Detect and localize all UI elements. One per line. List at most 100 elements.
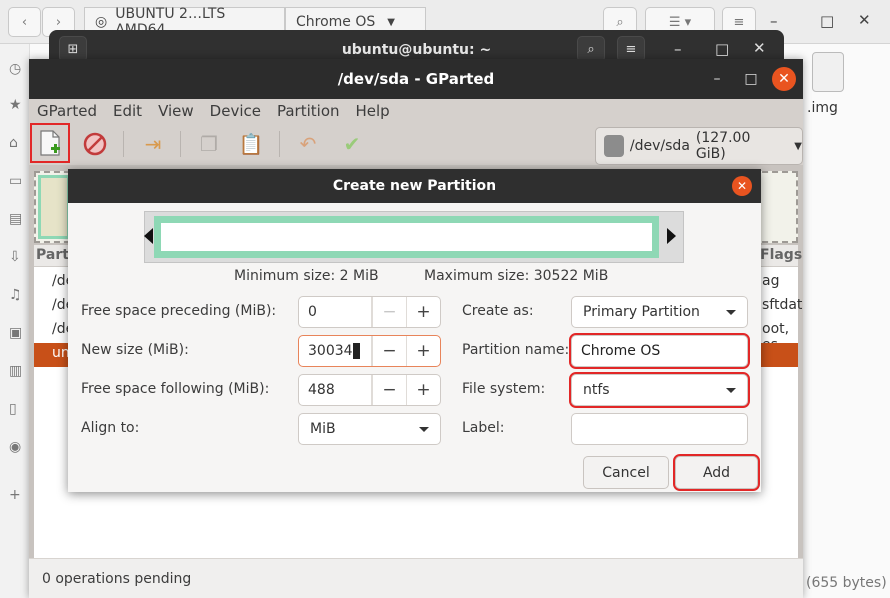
free-preceding-label: Free space preceding (MiB): [81, 303, 277, 319]
label-label: Label: [462, 420, 505, 436]
dialog-close-button[interactable]: ✕ [732, 176, 752, 196]
free-preceding-spinner[interactable]: 0 − + [298, 296, 441, 328]
row-flags: sftdat [762, 297, 803, 313]
dialog-title: Create new Partition [68, 169, 761, 203]
menu-gparted[interactable]: GParted [37, 102, 97, 120]
desktop-icon[interactable]: ▭ [9, 174, 23, 188]
video-icon[interactable]: ▥ [9, 364, 23, 378]
align-to-label: Align to: [81, 420, 140, 436]
chevron-down-icon: ▼ [387, 16, 395, 28]
cancel-button[interactable]: Cancel [583, 456, 669, 489]
path-current-label: Chrome OS [296, 14, 376, 30]
disk-icon [604, 135, 624, 157]
download-icon[interactable]: ⇩ [9, 250, 23, 264]
free-following-label: Free space following (MiB): [81, 381, 270, 397]
file-thumbnail[interactable] [812, 52, 844, 92]
max-size-text: Maximum size: 30522 MiB [424, 268, 609, 284]
new-size-field[interactable]: 30034 [299, 336, 372, 366]
resize-move-button[interactable]: ⇥ [138, 129, 168, 159]
search-icon: ⌕ [616, 14, 624, 30]
minus-icon: − [382, 302, 397, 322]
plus-icon: + [416, 380, 431, 400]
resizer-partition-bar[interactable] [154, 216, 659, 258]
gparted-maximize-button[interactable]: □ [739, 67, 763, 91]
device-name: /dev/sda [629, 138, 690, 154]
increment-button[interactable]: + [406, 375, 440, 405]
gparted-close-button[interactable]: ✕ [772, 67, 796, 91]
increment-button[interactable]: + [406, 297, 440, 327]
picture-icon[interactable]: ▣ [9, 326, 23, 340]
device-size: (127.00 GiB) [695, 130, 751, 162]
new-partition-button[interactable] [30, 123, 70, 163]
partition-resizer[interactable] [144, 211, 684, 263]
toolbar-separator [123, 131, 124, 157]
file-system-value: ntfs [583, 382, 610, 398]
resize-move-icon: ⇥ [144, 132, 162, 156]
device-selector[interactable]: /dev/sda (127.00 GiB) ▼ [595, 127, 803, 165]
star-icon[interactable]: ★ [9, 98, 23, 112]
drive-icon: ◎ [95, 14, 108, 30]
clock-icon[interactable]: ◷ [9, 62, 23, 76]
toolbar-separator [180, 131, 181, 157]
new-size-value: 30034 [308, 343, 353, 359]
files-maximize-button[interactable]: □ [820, 12, 834, 30]
menu-help[interactable]: Help [356, 102, 390, 120]
text-cursor [352, 343, 360, 359]
partition-name-value: Chrome OS [581, 343, 661, 359]
free-following-value[interactable]: 488 [299, 375, 372, 405]
files-close-button[interactable]: ✕ [858, 11, 871, 29]
align-to-select[interactable]: MiB [298, 413, 441, 445]
graph-partition-1[interactable] [38, 175, 70, 239]
files-minimize-button[interactable]: – [770, 12, 778, 30]
menu-edit[interactable]: Edit [113, 102, 142, 120]
document-icon[interactable]: ▤ [9, 212, 23, 226]
gparted-minimize-button[interactable]: – [705, 67, 729, 91]
terminal-minimize-button[interactable]: – [674, 40, 682, 58]
create-as-select[interactable]: Primary Partition [571, 296, 748, 328]
music-icon[interactable]: ♫ [9, 288, 23, 302]
undo-button[interactable]: ↶ [293, 129, 323, 159]
plus-icon[interactable]: + [9, 488, 23, 502]
decrement-button[interactable]: − [372, 375, 406, 405]
chevron-down-icon [726, 310, 736, 315]
copy-button[interactable]: ❐ [194, 129, 224, 159]
decrement-button[interactable]: − [372, 336, 406, 366]
menu-device[interactable]: Device [210, 102, 261, 120]
status-bar: 0 operations pending [29, 558, 803, 598]
terminal-close-button[interactable]: ✕ [753, 39, 766, 57]
header-flags[interactable]: Flags [760, 247, 802, 263]
delete-icon [83, 132, 107, 156]
min-size-text: Minimum size: 2 MiB [234, 268, 379, 284]
menu-view[interactable]: View [158, 102, 194, 120]
hamburger-icon: ≡ [733, 14, 745, 30]
undo-icon: ↶ [299, 132, 317, 156]
back-button[interactable]: ‹ [8, 7, 41, 37]
home-icon[interactable]: ⌂ [9, 136, 23, 150]
add-button[interactable]: Add [673, 454, 760, 491]
row-flags: ag [762, 273, 780, 289]
file-name-partial[interactable]: .img [807, 100, 838, 116]
align-to-value: MiB [310, 421, 336, 437]
paste-button[interactable]: 📋 [236, 129, 266, 159]
drive-sidebar-icon[interactable]: ◉ [9, 440, 23, 454]
create-as-label: Create as: [462, 303, 534, 319]
free-preceding-value[interactable]: 0 [299, 297, 372, 327]
label-input[interactable] [571, 413, 748, 445]
create-as-value: Primary Partition [583, 304, 700, 320]
apply-button[interactable]: ✔ [337, 129, 367, 159]
new-size-spinner[interactable]: 30034 − + [298, 335, 441, 367]
trash-icon[interactable]: ▯ [9, 402, 23, 416]
resize-right-handle[interactable] [667, 228, 676, 244]
terminal-maximize-button[interactable]: □ [715, 40, 729, 58]
partition-name-input[interactable]: Chrome OS [569, 333, 750, 369]
create-partition-dialog: Create new Partition ✕ Minimum size: 2 M… [68, 169, 761, 492]
file-system-select[interactable]: ntfs [569, 372, 750, 408]
toolbar-separator [279, 131, 280, 157]
menu-partition[interactable]: Partition [277, 102, 340, 120]
toolbar: ⇥ ❐ 📋 ↶ ✔ /dev/sda (127.00 GiB) ▼ [29, 123, 803, 165]
resize-left-handle[interactable] [144, 228, 153, 244]
increment-button[interactable]: + [406, 336, 440, 366]
free-following-spinner[interactable]: 488 − + [298, 374, 441, 406]
decrement-button[interactable]: − [372, 297, 406, 327]
delete-partition-button[interactable] [80, 129, 110, 159]
